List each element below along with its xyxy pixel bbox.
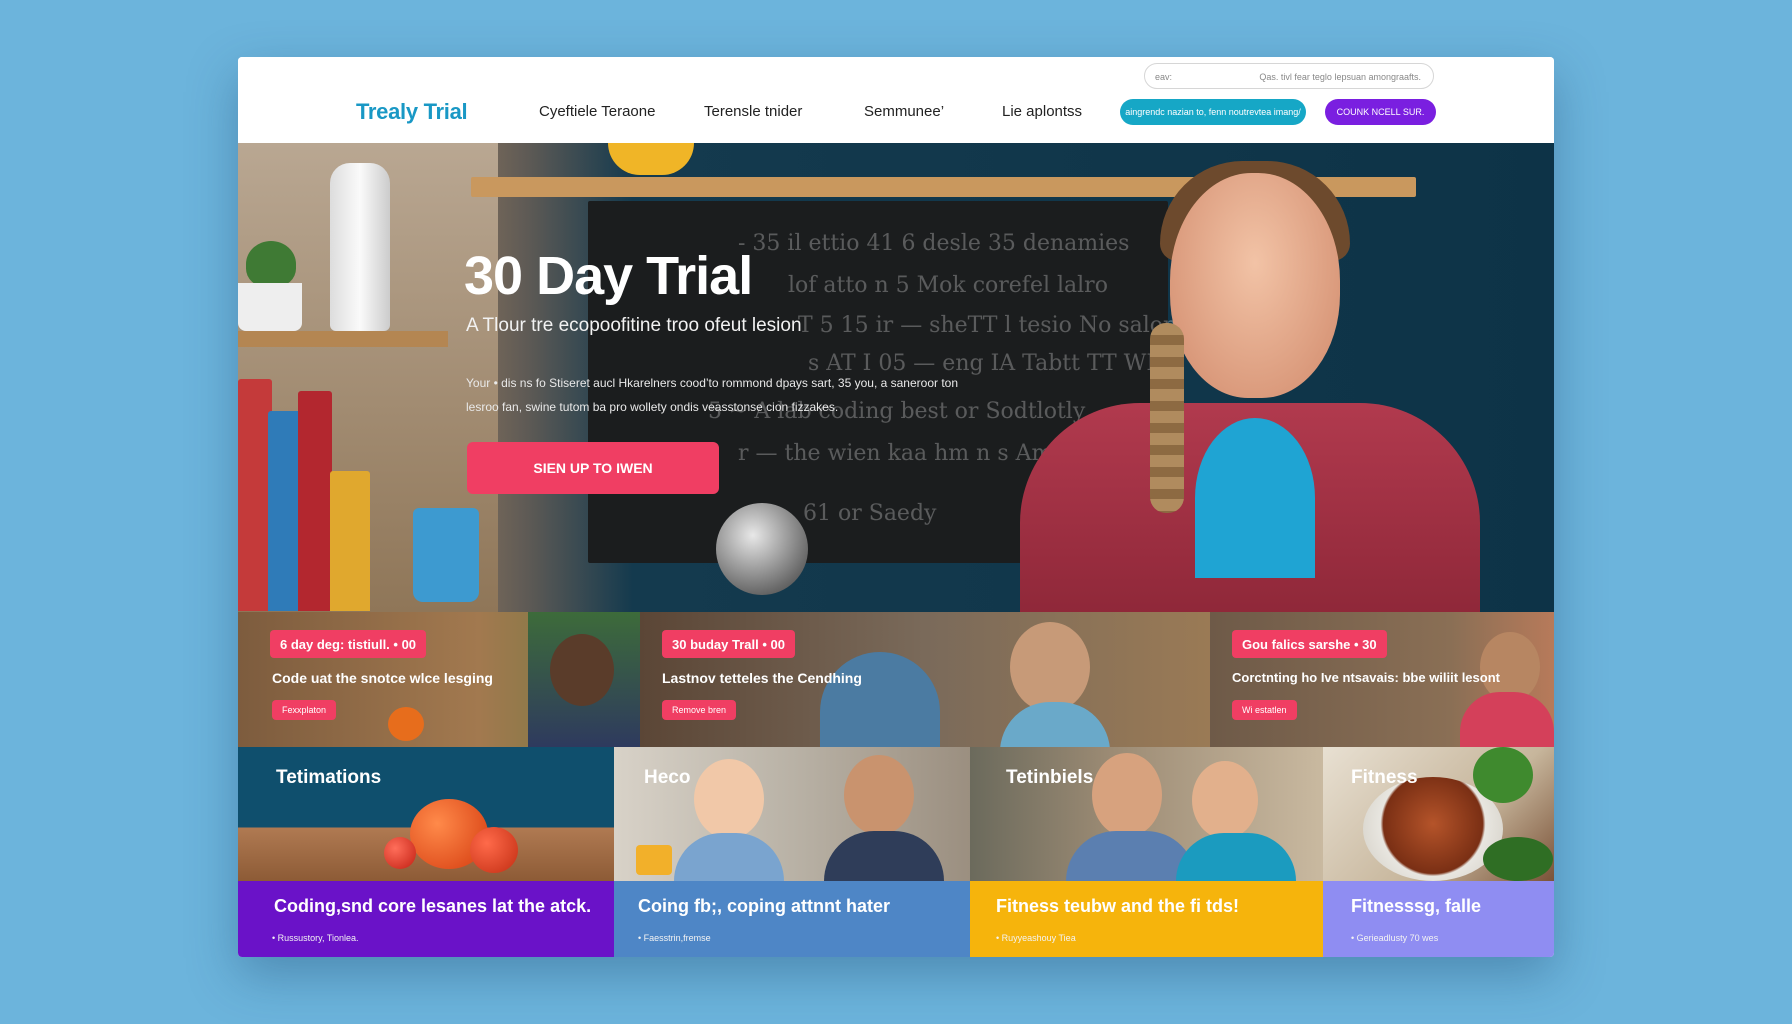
category-tile-1[interactable]: Tetimations Coding,snd core lesanes lat … xyxy=(238,747,614,957)
tile-title: Tetinbiels xyxy=(1006,767,1094,788)
tile-band: Coding,snd core lesanes lat the atck. • … xyxy=(238,881,614,957)
browser-window: Trealy Trial Cyeftiele Teraone Terensle … xyxy=(238,57,1554,957)
promo-chip[interactable]: Fexxplaton xyxy=(272,700,337,720)
nav-link-2[interactable]: Terensle tnider xyxy=(704,103,802,120)
tile-meta: • Russustory, Tionlea. xyxy=(272,933,359,943)
plant-pot-decoration xyxy=(238,283,302,331)
tile-title: Fitness xyxy=(1351,767,1418,788)
kettle-decoration xyxy=(716,503,808,595)
promo-pill-button[interactable]: aingrendc nazian to, fenn noutrevtea ima… xyxy=(1120,99,1306,125)
promo-card-2[interactable]: 30 buday Trall • 00 Lastnov tetteles the… xyxy=(640,612,1210,747)
promo-text: Code uat the snotce wlce lesging xyxy=(272,670,493,686)
plant-decoration xyxy=(246,241,296,287)
tile-band: Fitness teubw and the fi tds! • Ruyyeash… xyxy=(970,881,1323,957)
hero-section: - 35 il ettio 41 6 desle 35 denamies lof… xyxy=(238,143,1554,612)
category-tile-4[interactable]: Fitness Fitnesssg, falle • Gerieadlusty … xyxy=(1323,747,1554,957)
category-tile-3[interactable]: Tetinbiels Fitness teubw and the fi tds!… xyxy=(970,747,1323,957)
promo-card-1[interactable]: 6 day deg: tistiull. • 00 Code uat the s… xyxy=(238,612,640,747)
search-placeholder: Qas. tivl fear teglo lepsuan amongraafts… xyxy=(1259,72,1421,82)
hero-description: Your • dis ns fo Stiseret aucl Hkarelner… xyxy=(466,371,1026,419)
account-button[interactable]: COUNK NCELL SUR. xyxy=(1325,99,1436,125)
site-logo[interactable]: Trealy Trial xyxy=(356,99,468,125)
signup-button[interactable]: SIEN UP TO IWEN xyxy=(467,442,719,494)
vase-decoration xyxy=(330,163,390,331)
search-input[interactable]: eav: Qas. tivl fear teglo lepsuan amongr… xyxy=(1144,63,1434,89)
tile-meta: • Gerieadlusty 70 wes xyxy=(1351,933,1439,943)
promo-card-3[interactable]: Gou falics sarshe • 30 Corctnting ho Ive… xyxy=(1210,612,1554,747)
hero-description-line-1: Your • dis ns fo Stiseret aucl Hkarelner… xyxy=(466,376,959,390)
tile-title: Tetimations xyxy=(276,767,382,788)
nav-link-3[interactable]: Semmunee’ xyxy=(864,103,944,120)
hero-subtitle: A Tlour tre ecopoofitine troo ofeut lesi… xyxy=(466,315,802,336)
promo-badge: Gou falics sarshe • 30 xyxy=(1232,630,1387,658)
site-header: Trealy Trial Cyeftiele Teraone Terensle … xyxy=(238,57,1554,143)
promo-chip[interactable]: Wi estatlen xyxy=(1232,700,1297,720)
nav-link-1[interactable]: Cyeftiele Teraone xyxy=(539,103,655,120)
promo-badge: 6 day deg: tistiull. • 00 xyxy=(270,630,427,658)
hero-person-photo xyxy=(1020,153,1480,612)
nav-link-4[interactable]: Lie aplontss xyxy=(1002,103,1082,120)
search-label: eav: xyxy=(1155,72,1173,82)
side-shelf xyxy=(238,331,448,347)
promo-row: 6 day deg: tistiull. • 00 Code uat the s… xyxy=(238,612,1554,747)
tile-heading: Coding,snd core lesanes lat the atck. xyxy=(274,896,592,916)
tile-heading: Fitness teubw and the fi tds! xyxy=(996,896,1240,916)
tile-heading: Coing fb;, coping attnnt hater xyxy=(638,896,890,916)
hero-title: 30 Day Trial xyxy=(464,246,753,306)
promo-chip[interactable]: Remove bren xyxy=(662,700,737,720)
promo-badge: 30 buday Trall • 00 xyxy=(662,630,795,658)
fruit-decoration xyxy=(608,143,694,175)
tile-meta: • Ruyyeashouy Tiea xyxy=(996,933,1076,943)
tile-title: Heco xyxy=(644,767,691,788)
tile-band: Coing fb;, coping attnnt hater • Faesstr… xyxy=(614,881,970,957)
category-tile-2[interactable]: Heco Coing fb;, coping attnnt hater • Fa… xyxy=(614,747,970,957)
tile-heading: Fitnesssg, falle xyxy=(1351,896,1482,916)
tile-band: Fitnesssg, falle • Gerieadlusty 70 wes xyxy=(1323,881,1554,957)
tile-meta: • Faesstrin,fremse xyxy=(638,933,711,943)
promo-text: Lastnov tetteles the Cendhing xyxy=(662,670,862,686)
hero-description-line-2: lesroo fan, swine tutom ba pro wollety o… xyxy=(466,400,839,414)
promo-text: Corctnting ho Ive ntsavais: bbe wiliit l… xyxy=(1232,670,1500,685)
mug-decoration xyxy=(413,508,479,602)
chalk-text-7: 61 or Saedy xyxy=(803,501,937,526)
books-decoration xyxy=(238,373,408,611)
